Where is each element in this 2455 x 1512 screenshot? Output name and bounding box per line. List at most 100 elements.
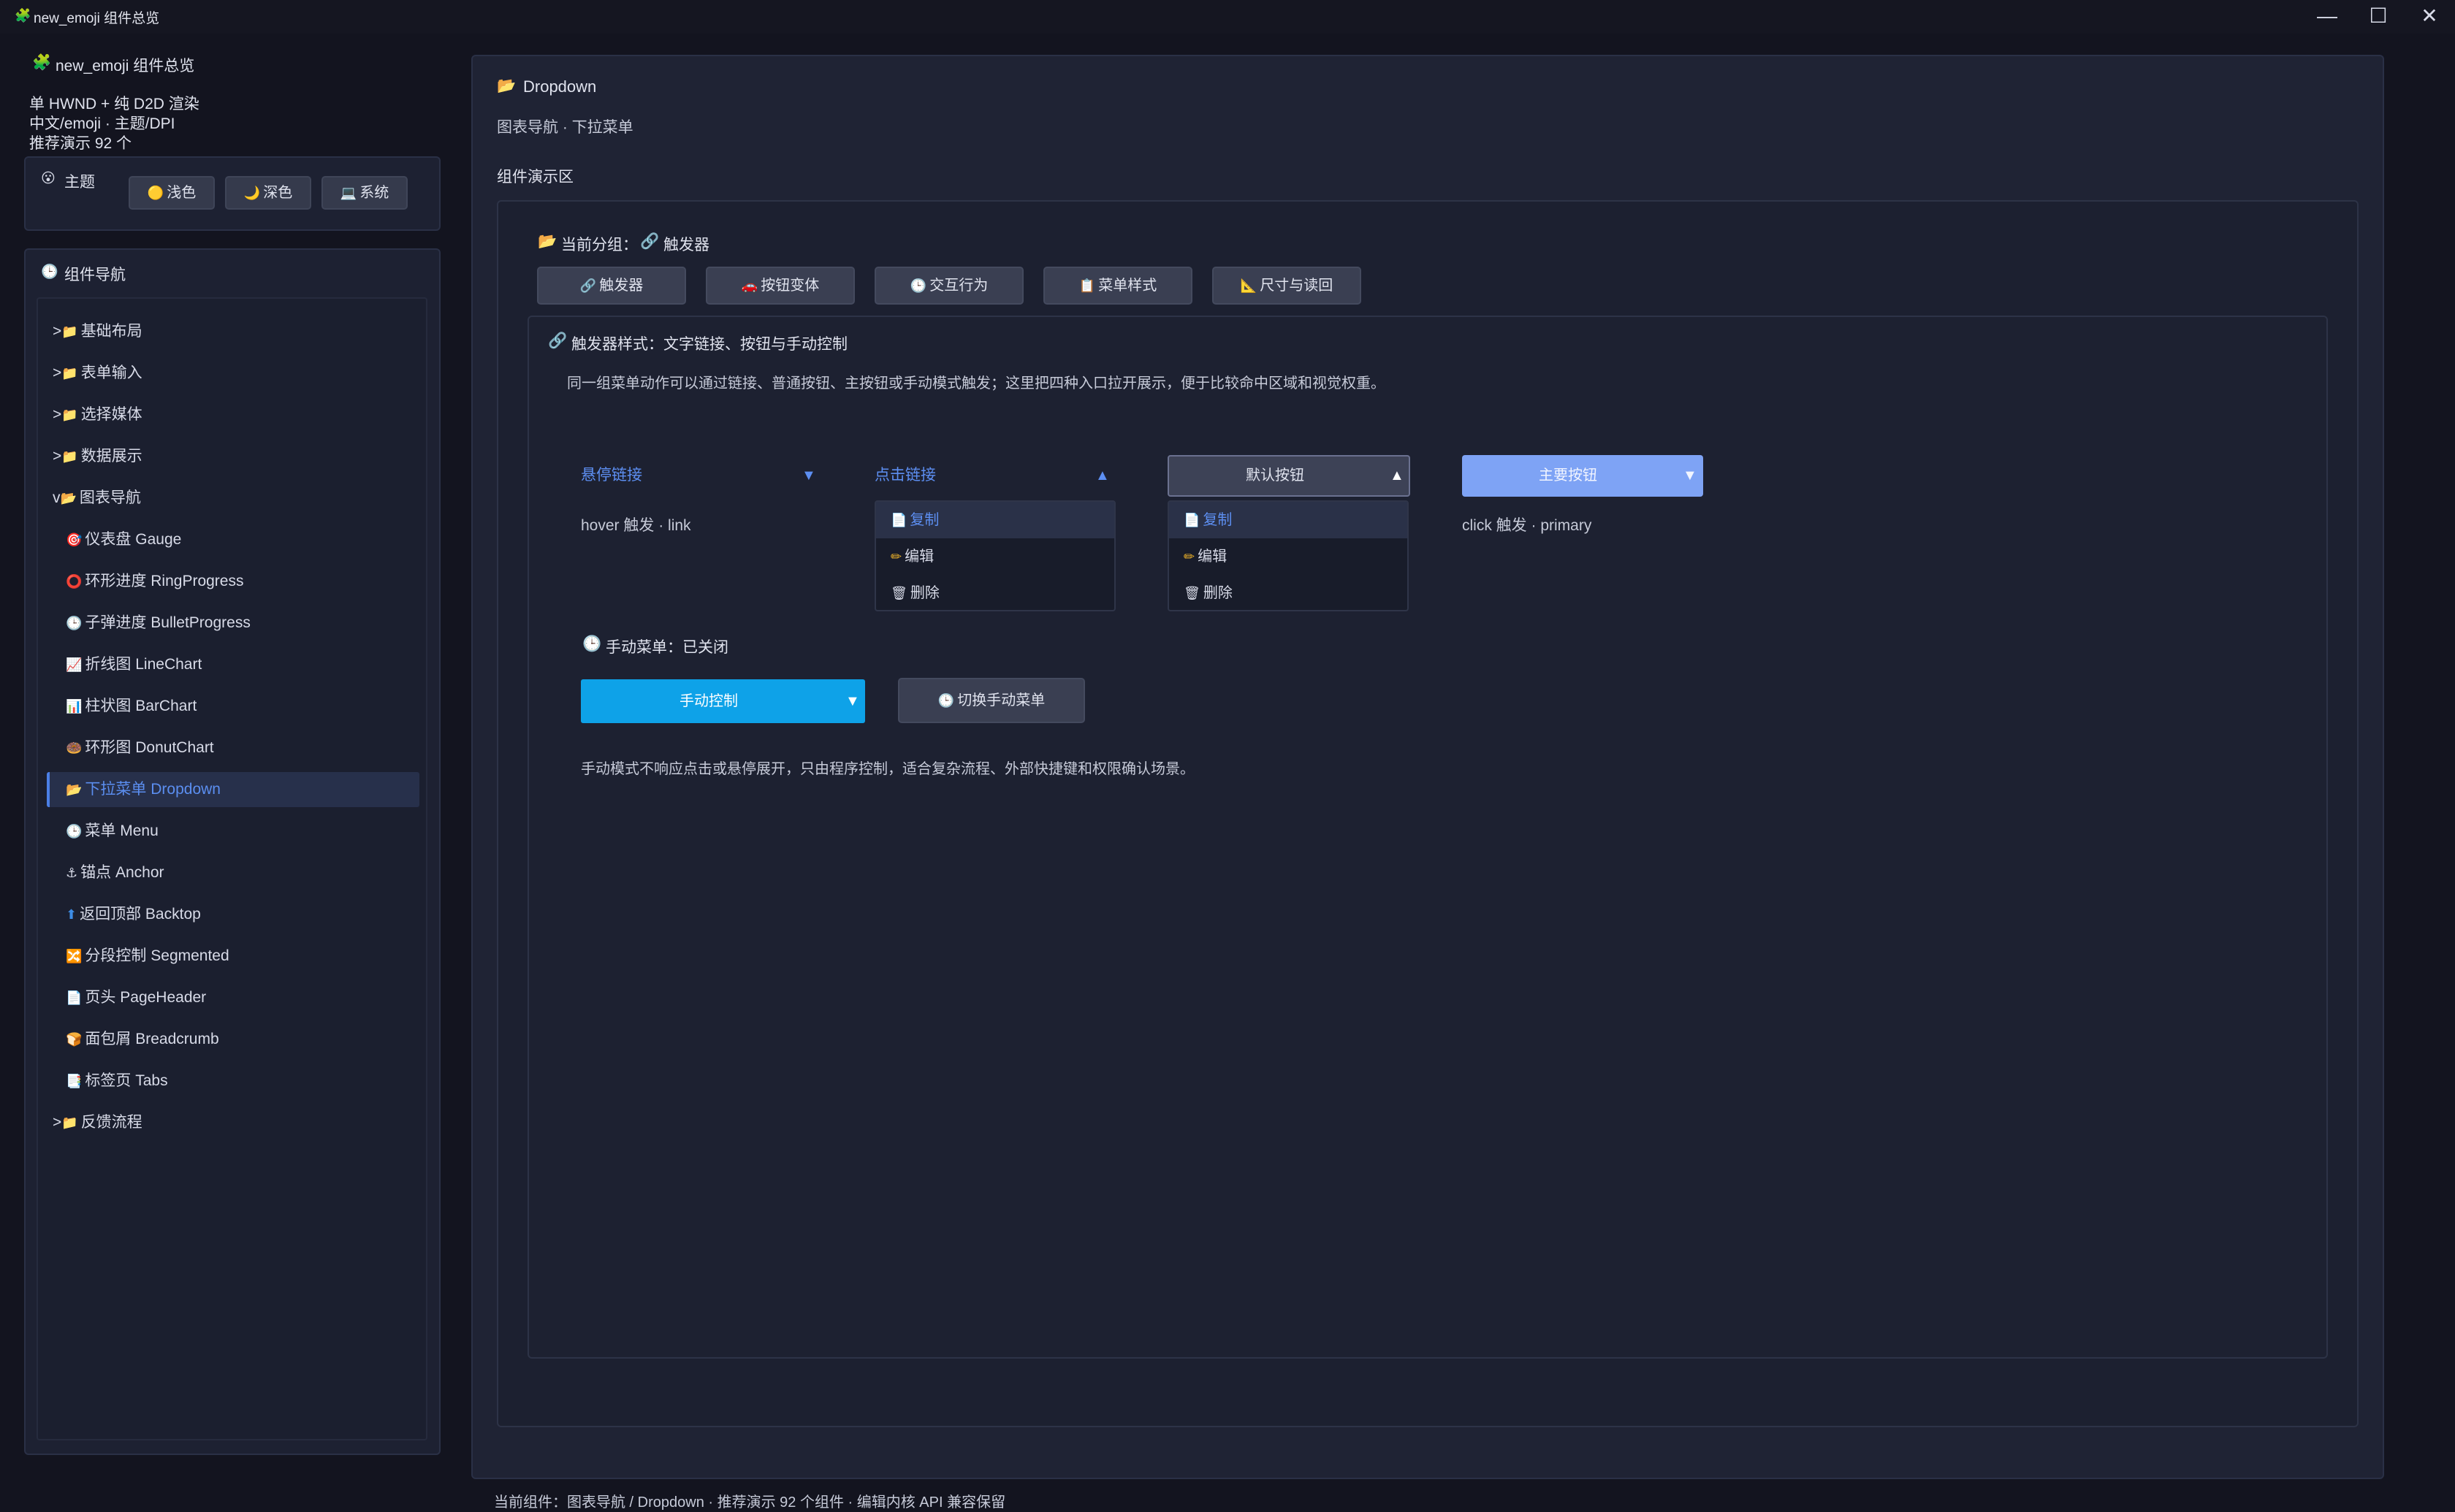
group-button-interaction[interactable]: 🕒 交互行为: [875, 267, 1024, 305]
toggle-manual-menu-button[interactable]: 🕒 切换手动菜单: [898, 678, 1085, 723]
demo-section-label: 组件演示区: [497, 169, 574, 186]
group-button-size-readback[interactable]: 📐 尺寸与读回: [1212, 267, 1361, 305]
nav-item-segmented[interactable]: 🔀 分段控制 Segmented: [66, 939, 425, 974]
default-button-menu: 📄 复制 ✏ 编辑 🗑 删除: [1168, 500, 1409, 611]
nav-group-chart-nav[interactable]: v📂 图表导航: [53, 481, 425, 516]
nav-item-label: 选择媒体: [80, 406, 142, 423]
hover-link-dropdown[interactable]: 悬停链接 ▼: [581, 457, 816, 495]
click-link-dropdown[interactable]: 点击链接 ▲: [875, 457, 1110, 495]
nav-item-page-header[interactable]: 📄 页头 PageHeader: [66, 980, 425, 1015]
menu-item-copy[interactable]: 📄 复制: [1169, 502, 1407, 538]
toggle-manual-menu-label: 切换手动菜单: [957, 692, 1046, 709]
menu-item-label: 删除: [1203, 585, 1233, 601]
nav-item-label: 菜单 Menu: [85, 822, 159, 839]
folder-open-icon: 📂: [60, 491, 77, 505]
group-button-menu-style[interactable]: 📋 菜单样式: [1043, 267, 1192, 305]
nav-item-dropdown[interactable]: 📂 下拉菜单 Dropdown: [47, 772, 419, 807]
sun-icon: 🟡: [147, 186, 164, 200]
ruler-icon: 📐: [1240, 278, 1257, 293]
pencil-icon: ✏: [1184, 549, 1195, 564]
menu-item-delete[interactable]: 🗑 删除: [1169, 575, 1407, 611]
menu-item-delete[interactable]: 🗑 删除: [876, 575, 1114, 611]
moon-icon: 🌙: [243, 186, 261, 200]
manual-control-dropdown[interactable]: 手动控制 ▼: [581, 679, 865, 723]
collapse-chevron-icon: v: [53, 489, 61, 506]
expand-chevron-icon: >: [53, 364, 62, 381]
nav-item-bar-chart[interactable]: 📊 柱状图 BarChart: [66, 689, 425, 724]
group-button-trigger[interactable]: 🔗 触发器: [537, 267, 686, 305]
anchor-icon: ⚓: [66, 866, 78, 880]
caret-up-icon: ▲: [1390, 467, 1404, 484]
expand-chevron-icon: >: [53, 448, 62, 465]
caret-up-icon: ▲: [1095, 467, 1110, 484]
nav-item-label: 分段控制 Segmented: [85, 947, 229, 964]
manual-mode-note: 手动模式不响应点击或悬停展开，只由程序控制，适合复杂流程、外部快捷键和权限确认场…: [581, 761, 1195, 777]
menu-item-edit[interactable]: ✏ 编辑: [876, 538, 1114, 575]
theme-system-button[interactable]: 💻 系统: [321, 176, 408, 210]
nav-item-donut-chart[interactable]: 🍩 环形图 DonutChart: [66, 730, 425, 765]
nav-group-select-media[interactable]: >📁 选择媒体: [53, 397, 425, 432]
nav-item-label: 仪表盘 Gauge: [85, 531, 182, 548]
nav-item-tabs[interactable]: 📑 标签页 Tabs: [66, 1064, 425, 1099]
theme-label: 主题: [64, 174, 95, 191]
document-icon: 📄: [891, 513, 907, 527]
group-button-variants[interactable]: 🚗 按钮变体: [706, 267, 855, 305]
page-title: Dropdown: [523, 77, 597, 96]
nav-item-backtop[interactable]: ⬆ 返回顶部 Backtop: [66, 897, 425, 932]
title-bar[interactable]: 🧩 new_emoji 组件总览 — ☐ ✕: [0, 0, 2455, 34]
group-button-label: 按钮变体: [761, 278, 820, 294]
tabs-icon: 📑: [66, 1074, 83, 1088]
folder-icon: 📁: [61, 366, 78, 381]
primary-button-label: 主要按钮: [1539, 467, 1597, 484]
nav-item-label: 环形图 DonutChart: [85, 739, 214, 756]
title-folder-icon: 📂: [497, 77, 517, 94]
nav-clock-icon: 🕒: [41, 264, 58, 280]
nav-item-breadcrumb[interactable]: 🍞 面包屑 Breadcrumb: [66, 1022, 425, 1057]
maximize-button[interactable]: ☐: [2353, 0, 2404, 34]
clock-icon: 🕒: [910, 278, 927, 293]
close-button[interactable]: ✕: [2404, 0, 2455, 34]
app-logo-icon-small: 🧩: [32, 54, 52, 71]
primary-button-dropdown[interactable]: 主要按钮 ▼: [1462, 455, 1703, 497]
folder-icon: 📁: [61, 324, 78, 339]
nav-item-label: 环形进度 RingProgress: [85, 573, 244, 589]
nav-group-form-input[interactable]: >📁 表单输入: [53, 356, 425, 391]
nav-item-label: 反馈流程: [80, 1114, 142, 1131]
nav-item-anchor[interactable]: ⚓ 锚点 Anchor: [66, 855, 425, 890]
nav-group-data-display[interactable]: >📁 数据展示: [53, 439, 425, 474]
nav-item-line-chart[interactable]: 📈 折线图 LineChart: [66, 647, 425, 682]
theme-light-button[interactable]: 🟡 浅色: [129, 176, 215, 210]
nav-item-label: 表单输入: [80, 364, 142, 381]
group-button-label: 菜单样式: [1098, 278, 1157, 294]
sidebar-info-line-2: 中文/emoji · 主题/DPI: [29, 115, 175, 132]
status-bar-text: 当前组件：图表导航 / Dropdown · 推荐演示 92 个组件 · 编辑内…: [494, 1494, 1006, 1511]
nav-group-feedback-flow[interactable]: >📁 反馈流程: [53, 1105, 425, 1140]
click-link-menu: 📄 复制 ✏ 编辑 🗑 删除: [875, 500, 1116, 611]
nav-item-label: 标签页 Tabs: [85, 1072, 168, 1089]
menu-item-edit[interactable]: ✏ 编辑: [1169, 538, 1407, 575]
car-icon: 🚗: [741, 278, 758, 293]
group-button-label: 交互行为: [929, 278, 989, 294]
nav-item-bullet-progress[interactable]: 🕒 子弹进度 BulletProgress: [66, 606, 425, 641]
folder-icon: 📁: [61, 408, 78, 422]
donut-icon: 🍩: [66, 741, 83, 755]
minimize-button[interactable]: —: [2302, 0, 2353, 34]
nav-item-menu[interactable]: 🕒 菜单 Menu: [66, 814, 425, 849]
nav-group-basic-layout[interactable]: >📁 基础布局: [53, 314, 425, 349]
nav-item-gauge[interactable]: 🎯 仪表盘 Gauge: [66, 522, 425, 557]
nav-item-label: 子弹进度 BulletProgress: [85, 614, 251, 631]
theme-light-label: 浅色: [167, 185, 197, 201]
nav-tree[interactable]: >📁 基础布局 >📁 表单输入 >📁 选择媒体 >📁 数据展示 v📂 图表导航 🎯 仪表盘 …: [37, 297, 427, 1440]
manual-control-label: 手动控制: [680, 693, 738, 709]
menu-item-copy[interactable]: 📄 复制: [876, 502, 1114, 538]
caret-down-icon: ▼: [802, 467, 816, 484]
default-button-dropdown[interactable]: 默认按钮 ▲: [1168, 455, 1410, 497]
trigger-section-description: 同一组菜单动作可以通过链接、普通按钮、主按钮或手动模式触发；这里把四种入口拉开展…: [567, 375, 1385, 392]
current-group-value: 触发器: [663, 237, 709, 253]
nav-panel-label: 组件导航: [64, 267, 126, 283]
nav-item-ring-progress[interactable]: ⭕ 环形进度 RingProgress: [66, 564, 425, 599]
theme-dark-button[interactable]: 🌙 深色: [225, 176, 311, 210]
sidebar-app-title: new_emoji 组件总览: [56, 58, 195, 75]
theme-dark-label: 深色: [263, 185, 293, 201]
page-subtitle: 图表导航 · 下拉菜单: [497, 119, 633, 136]
